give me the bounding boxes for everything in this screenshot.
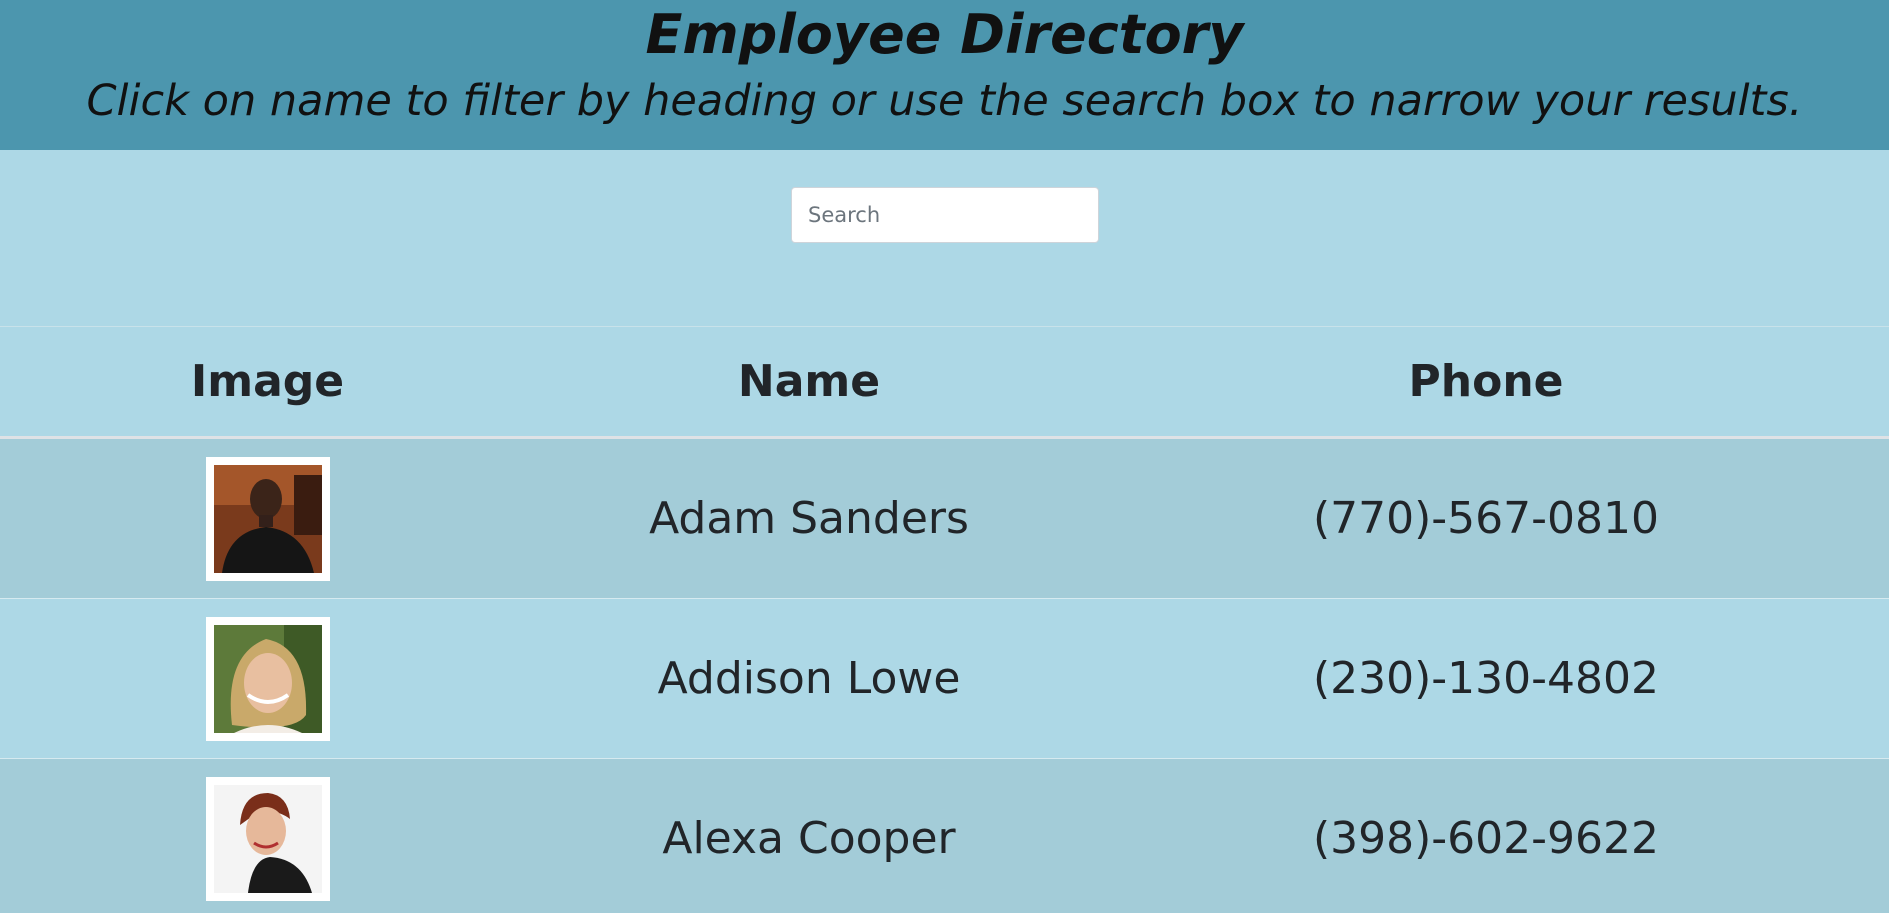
employee-photo-image — [213, 784, 322, 893]
search-input[interactable] — [791, 187, 1099, 243]
employee-phone: (230)-130-4802 — [1083, 598, 1889, 759]
employee-photo — [205, 616, 330, 741]
employee-phone: (770)-567-0810 — [1083, 437, 1889, 599]
image-cell — [0, 598, 535, 759]
employee-photo — [205, 776, 330, 901]
table-header-row: Image Name Phone — [0, 326, 1889, 439]
image-cell — [0, 758, 535, 913]
employee-photo — [205, 456, 330, 581]
page-subtitle: Click on name to filter by heading or us… — [86, 76, 1803, 126]
column-header-name[interactable]: Name — [535, 326, 1083, 439]
table-row: Adam Sanders (770)-567-0810 — [0, 437, 1889, 599]
employee-table: Image Name Phone Adam Sanders (770)-567-… — [0, 326, 1889, 913]
page-header: Employee Directory Click on name to filt… — [0, 0, 1889, 150]
image-cell — [0, 437, 535, 599]
employee-phone: (398)-602-9622 — [1083, 758, 1889, 913]
employee-photo-image — [213, 464, 322, 573]
employee-photo-image — [213, 624, 322, 733]
column-header-image[interactable]: Image — [0, 326, 535, 439]
page-title: Employee Directory — [645, 3, 1244, 66]
table-row: Addison Lowe (230)-130-4802 — [0, 598, 1889, 759]
column-header-phone[interactable]: Phone — [1083, 326, 1889, 439]
search-area — [0, 150, 1889, 326]
table-row: Alexa Cooper (398)-602-9622 — [0, 758, 1889, 913]
employee-name[interactable]: Addison Lowe — [535, 598, 1083, 759]
employee-name[interactable]: Adam Sanders — [535, 437, 1083, 599]
employee-name[interactable]: Alexa Cooper — [535, 758, 1083, 913]
